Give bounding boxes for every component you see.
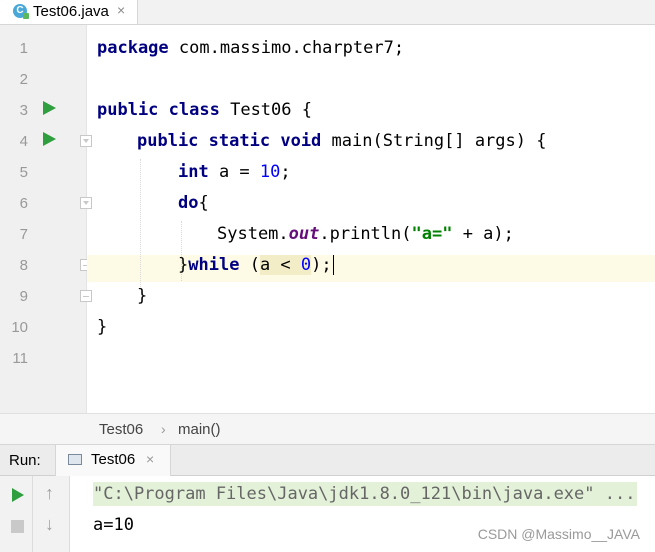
code-line-1: package com.massimo.charpter7; bbox=[97, 33, 404, 64]
keyword: class bbox=[168, 100, 220, 120]
line-number: 3 bbox=[19, 102, 28, 119]
keyword: package bbox=[97, 38, 169, 58]
code-line-9: } bbox=[137, 286, 148, 306]
code-text: com.massimo.charpter7; bbox=[168, 38, 405, 58]
line-number: 4 bbox=[19, 133, 28, 150]
line-number: 1 bbox=[19, 40, 28, 57]
console-icon bbox=[68, 454, 82, 465]
code-line-3: public class Test06 { bbox=[97, 95, 312, 126]
breadcrumb-item-method[interactable]: main() bbox=[178, 421, 221, 438]
keyword: do bbox=[178, 193, 199, 213]
run-toolbar bbox=[0, 476, 33, 552]
run-console: ↑ ↓ "C:\Program Files\Java\jdk1.8.0_121\… bbox=[0, 476, 655, 552]
number-literal: 10 bbox=[259, 162, 281, 182]
line-number: 6 bbox=[19, 195, 28, 212]
fold-toggle-icon[interactable] bbox=[80, 135, 92, 147]
run-toolbar-secondary: ↑ ↓ bbox=[33, 476, 70, 552]
code-line-8: }while (a < 0); bbox=[178, 250, 334, 281]
stop-icon[interactable] bbox=[11, 520, 24, 533]
run-tab-test06[interactable]: Test06 × bbox=[55, 445, 171, 476]
code-text: } bbox=[178, 255, 189, 275]
java-class-icon: C bbox=[13, 4, 29, 19]
close-run-tab-icon[interactable]: × bbox=[146, 451, 154, 467]
keyword: void bbox=[280, 131, 322, 151]
line-number: 11 bbox=[12, 350, 28, 367]
keyword: while bbox=[188, 255, 240, 275]
code-line-4: public static void main(String[] args) { bbox=[137, 126, 546, 157]
run-tab-label: Test06 bbox=[91, 451, 136, 468]
number-literal: 0 bbox=[300, 255, 312, 275]
watermark: CSDN @Massimo__JAVA bbox=[477, 526, 640, 542]
fold-toggle-icon[interactable] bbox=[80, 197, 92, 209]
up-arrow-icon[interactable]: ↑ bbox=[45, 483, 54, 504]
console-output-result: a=10 bbox=[93, 515, 134, 535]
code-text: ; bbox=[321, 255, 332, 275]
code-line-6: do{ bbox=[178, 188, 209, 219]
down-arrow-icon[interactable]: ↓ bbox=[45, 514, 54, 535]
line-number: 5 bbox=[19, 164, 28, 181]
code-text: a = bbox=[208, 162, 260, 182]
run-label: Run: bbox=[9, 452, 41, 469]
code-text: Test06 { bbox=[219, 100, 312, 120]
close-tab-icon[interactable]: × bbox=[117, 2, 125, 18]
code-text: a < bbox=[259, 255, 301, 275]
keyword: public bbox=[137, 131, 199, 151]
code-text: .println( bbox=[319, 224, 412, 244]
breadcrumb: Test06 › main() bbox=[0, 413, 655, 445]
line-number: 10 bbox=[11, 319, 28, 336]
fold-end-icon[interactable] bbox=[80, 290, 92, 302]
tab-label: Test06.java bbox=[33, 3, 109, 20]
code-line-7: System.out.println("a=" + a); bbox=[217, 219, 514, 250]
keyword: static bbox=[208, 131, 271, 151]
breadcrumb-item-class[interactable]: Test06 bbox=[99, 421, 143, 438]
tab-test06-java[interactable]: C Test06.java × bbox=[0, 0, 138, 24]
console-output-command: "C:\Program Files\Java\jdk1.8.0_121\bin\… bbox=[93, 482, 638, 506]
keyword: public bbox=[97, 100, 159, 120]
condition-highlight: a < 0 bbox=[259, 255, 312, 275]
run-main-icon[interactable] bbox=[43, 132, 56, 146]
code-text: main(String[] args) { bbox=[321, 131, 547, 151]
keyword: int bbox=[178, 162, 209, 182]
editor-tab-bar: C Test06.java × bbox=[0, 0, 655, 25]
code-text: ; bbox=[280, 162, 291, 182]
code-area[interactable]: package com.massimo.charpter7; public cl… bbox=[97, 25, 655, 413]
rerun-icon[interactable] bbox=[12, 488, 24, 502]
static-field: out bbox=[288, 224, 320, 244]
string-literal: "a=" bbox=[411, 224, 453, 244]
text-caret bbox=[332, 255, 334, 275]
line-number: 2 bbox=[19, 71, 28, 88]
code-line-10: } bbox=[97, 317, 108, 337]
code-text: System. bbox=[217, 224, 289, 244]
code-text: ) bbox=[311, 255, 322, 275]
code-text: ( bbox=[249, 255, 260, 275]
indent-guide bbox=[140, 159, 141, 289]
line-number: 8 bbox=[19, 257, 28, 274]
line-number: 7 bbox=[19, 226, 28, 243]
editor-gutter: 1 2 3 4 5 6 7 8 9 10 11 bbox=[0, 25, 92, 413]
line-number: 9 bbox=[19, 288, 28, 305]
breadcrumb-separator: › bbox=[161, 421, 166, 437]
code-text: + a); bbox=[452, 224, 514, 244]
run-panel-header: Run: Test06 × bbox=[0, 445, 655, 476]
run-class-icon[interactable] bbox=[43, 101, 56, 115]
code-editor[interactable]: 1 2 3 4 5 6 7 8 9 10 11 package com.mass… bbox=[0, 25, 655, 413]
code-text: { bbox=[198, 193, 209, 213]
code-line-5: int a = 10; bbox=[178, 157, 291, 188]
